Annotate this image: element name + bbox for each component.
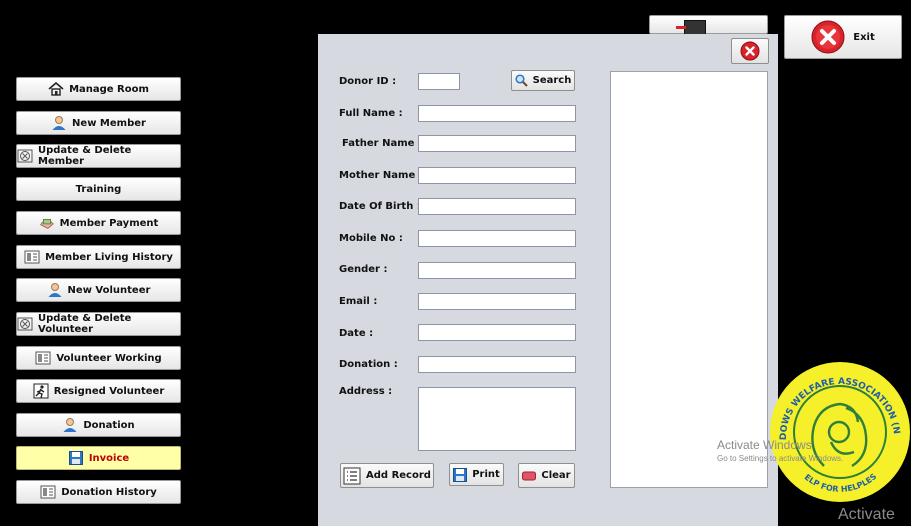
history-icon	[40, 484, 56, 500]
watermark-title: Activate Windows	[717, 438, 812, 452]
sidebar-item-member-payment[interactable]: Member Payment	[16, 211, 181, 235]
sidebar-item-volunteer-working[interactable]: Volunteer Working	[16, 346, 181, 370]
sidebar-item-new-member[interactable]: New Member	[16, 111, 181, 135]
user-icon	[51, 115, 67, 131]
panel-close-button[interactable]	[731, 38, 769, 64]
save-icon	[453, 467, 468, 482]
address-textarea[interactable]	[418, 387, 576, 451]
sidebar-item-label: Donation History	[61, 486, 157, 498]
address-label: Address :	[339, 386, 393, 397]
user-icon	[47, 282, 63, 298]
sidebar-item-label: New Volunteer	[67, 284, 151, 296]
search-button-label: Search	[532, 75, 572, 86]
ngo-logo: WIDOWS WELFARE ASSOCIATION (NGO) HELP FO…	[763, 353, 911, 503]
watermark-corner: Activate	[838, 506, 895, 523]
donation-input[interactable]	[418, 356, 576, 373]
print-label: Print	[472, 469, 500, 480]
preview-button[interactable]	[649, 15, 768, 35]
exit-button[interactable]: Exit	[784, 15, 902, 59]
list-icon	[343, 467, 361, 484]
clear-button[interactable]: Clear	[518, 463, 575, 488]
sidebar-item-donation[interactable]: Donation	[16, 413, 181, 437]
sidebar-item-update-delete-member[interactable]: Update & Delete Member	[16, 144, 181, 168]
full-name-input[interactable]	[418, 105, 576, 122]
sidebar-item-donation-history[interactable]: Donation History	[16, 480, 181, 504]
search-icon	[515, 74, 528, 87]
email-label: Email :	[339, 296, 378, 307]
add-record-button[interactable]: Add Record	[340, 463, 434, 488]
full-name-label: Full Name :	[339, 108, 403, 119]
sidebar-item-manage-room[interactable]: Manage Room	[16, 77, 181, 101]
home-icon	[48, 81, 64, 97]
father-name-label: Father Name :	[342, 138, 422, 149]
exit-label: Exit	[853, 31, 875, 43]
donor-id-input[interactable]	[418, 73, 460, 90]
clear-label: Clear	[541, 470, 571, 481]
monitor-icon	[684, 20, 706, 35]
sidebar-item-label: Member Payment	[59, 217, 159, 229]
edit-record-icon	[17, 148, 33, 164]
date-label: Date :	[339, 328, 374, 339]
activation-watermark: Activate Windows Go to Settings to activ…	[717, 438, 843, 463]
sidebar-item-label: Resigned Volunteer	[53, 385, 165, 397]
sidebar-item-label: Volunteer Working	[56, 352, 162, 364]
print-button[interactable]: Print	[449, 463, 504, 486]
history-icon	[24, 249, 40, 265]
user-icon	[62, 417, 78, 433]
gender-input[interactable]	[418, 262, 576, 279]
dob-input[interactable]	[418, 198, 576, 215]
eraser-icon	[522, 471, 537, 480]
mother-name-input[interactable]	[418, 167, 576, 184]
sidebar-item-label: Member Living History	[45, 251, 173, 263]
donation-label: Donation :	[339, 359, 398, 370]
sidebar-item-label: Manage Room	[69, 83, 149, 95]
gender-label: Gender :	[339, 264, 388, 275]
add-record-label: Add Record	[366, 470, 431, 481]
sidebar-item-label: Training	[75, 183, 122, 195]
date-input[interactable]	[418, 324, 576, 341]
sidebar-item-resigned-volunteer[interactable]: Resigned Volunteer	[16, 379, 181, 403]
donor-id-label: Donor ID :	[339, 76, 397, 87]
sidebar-item-new-volunteer[interactable]: New Volunteer	[16, 278, 181, 302]
father-name-input[interactable]	[418, 135, 576, 152]
sidebar-item-training[interactable]: Training	[16, 177, 181, 201]
close-icon	[740, 41, 760, 61]
sidebar-item-update-delete-volunteer[interactable]: Update & Delete Volunteer	[16, 312, 181, 336]
sidebar-item-label: Update & Delete Volunteer	[38, 313, 132, 335]
invoice-preview-area[interactable]	[610, 71, 768, 488]
sidebar-item-label: Invoice	[88, 452, 130, 464]
sidebar-item-label: Update & Delete Member	[38, 145, 132, 167]
invoice-panel: Donor ID : Search Full Name : Father Nam…	[318, 34, 778, 526]
sidebar-item-label: New Member	[72, 117, 146, 129]
email-input[interactable]	[418, 293, 576, 310]
history-icon	[35, 350, 51, 366]
mobile-label: Mobile No :	[339, 233, 403, 244]
payment-icon	[39, 215, 55, 231]
arrow-icon	[676, 26, 686, 29]
save-icon	[68, 450, 84, 466]
mother-name-label: Mother Name :	[339, 170, 423, 181]
sidebar-item-member-living-history[interactable]: Member Living History	[16, 245, 181, 269]
search-button[interactable]: Search	[511, 70, 575, 91]
dob-label: Date Of Birth :	[339, 201, 421, 212]
sidebar-item-label: Donation	[83, 419, 135, 431]
edit-record-icon	[17, 316, 33, 332]
watermark-subtitle: Go to Settings to activate Windows.	[717, 454, 844, 463]
sidebar-item-invoice[interactable]: Invoice	[16, 446, 181, 470]
close-icon	[811, 20, 845, 54]
exit-person-icon	[33, 383, 49, 399]
mobile-input[interactable]	[418, 230, 576, 247]
